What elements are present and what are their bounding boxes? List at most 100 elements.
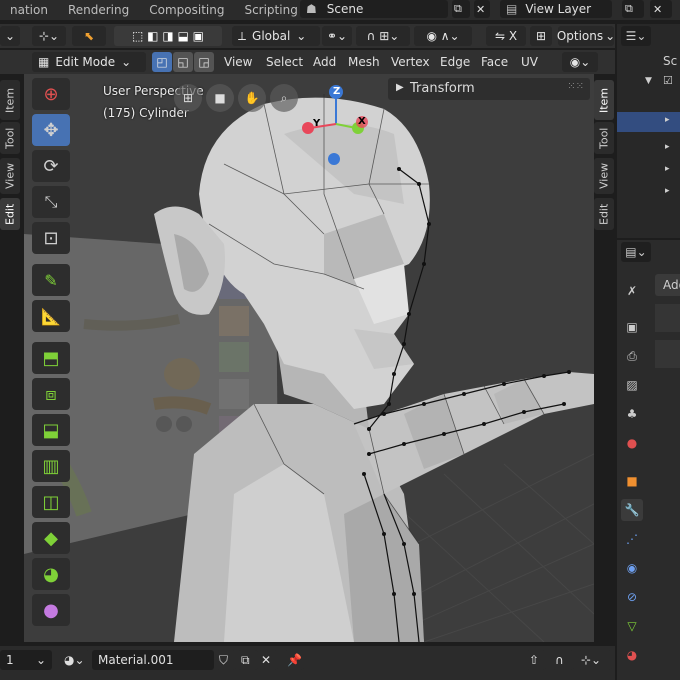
outliner-editor-type-button[interactable]: ☰⌄: [621, 26, 651, 46]
extra-options-button[interactable]: ⊞: [530, 26, 552, 46]
unlink-material-button[interactable]: ✕: [258, 650, 278, 670]
left-tab-item[interactable]: Item: [0, 80, 20, 120]
render-properties-icon[interactable]: ▣: [621, 316, 643, 338]
proportional-editing-button[interactable]: ◉ ∧⌄: [414, 26, 472, 46]
tool-annotate[interactable]: ✎: [32, 264, 70, 296]
tool-properties-icon[interactable]: ✗: [621, 280, 643, 302]
pin-button[interactable]: 📌: [284, 650, 304, 670]
world-properties-icon[interactable]: ●: [621, 432, 643, 454]
properties-editor-type-button[interactable]: ▤⌄: [621, 242, 651, 262]
tool-spin[interactable]: ◕: [32, 558, 70, 590]
material-browse-button[interactable]: ◕⌄: [58, 650, 90, 670]
workspace-tab-scripting[interactable]: Scripting: [234, 0, 307, 20]
3d-viewport[interactable]: [24, 74, 594, 642]
viewport-overlays-button[interactable]: ◉⌄: [562, 52, 598, 72]
menu-uv[interactable]: UV: [521, 50, 538, 74]
tool-inset[interactable]: ⧈: [32, 378, 70, 410]
axis-x-label: X: [358, 116, 366, 127]
tool-knife[interactable]: ◫: [32, 486, 70, 518]
zoom-view-button[interactable]: ⌕: [270, 84, 298, 112]
data-properties-icon[interactable]: ▽: [621, 615, 643, 637]
workspace-tab-rendering[interactable]: Rendering: [58, 0, 139, 20]
tool-poly-build[interactable]: ◆: [32, 522, 70, 554]
left-tab-tool[interactable]: Tool: [0, 122, 20, 154]
mode-dropdown[interactable]: ▦ Edit Mode ⌄: [32, 52, 146, 72]
tool-transform[interactable]: ⊡: [32, 222, 70, 254]
outliner[interactable]: ☰⌄ Sc ▼ ☑ ▸ ▸ ▸ ▸: [617, 24, 680, 238]
delete-scene-button[interactable]: ✕: [474, 0, 490, 18]
left-tab-edit[interactable]: Edit: [0, 198, 20, 230]
object-properties-icon[interactable]: ■: [621, 470, 643, 492]
menu-add[interactable]: Add: [313, 50, 336, 74]
right-tab-edit[interactable]: Edit: [594, 198, 614, 230]
delete-view-layer-button[interactable]: ✕: [650, 0, 672, 18]
tool-extrude[interactable]: ⬒: [32, 342, 70, 374]
tool-loop-cut[interactable]: ▥: [32, 450, 70, 482]
menu-face[interactable]: Face: [481, 50, 508, 74]
paste-button[interactable]: ⇧: [526, 650, 546, 670]
right-tab-item[interactable]: Item: [594, 80, 614, 120]
object-arrow-icon[interactable]: ▸: [665, 164, 670, 174]
particles-properties-icon[interactable]: ⋰: [621, 528, 643, 550]
output-properties-icon[interactable]: ⎙: [621, 345, 643, 367]
workspace-tab-animation[interactable]: nation: [0, 0, 58, 20]
menu-vertex[interactable]: Vertex: [391, 50, 430, 74]
menu-view[interactable]: View: [224, 50, 252, 74]
tool-bevel[interactable]: ⬓: [32, 414, 70, 446]
constraints-properties-icon[interactable]: ⊘: [621, 586, 643, 608]
new-view-layer-button[interactable]: ⧉: [622, 0, 644, 18]
tool-smooth[interactable]: ●: [32, 594, 70, 626]
menu-edge[interactable]: Edge: [440, 50, 470, 74]
select-tool-button[interactable]: ⬉: [72, 26, 106, 46]
frame-field[interactable]: 1 ⌄: [0, 650, 52, 670]
scene-properties-icon[interactable]: ♣: [621, 403, 643, 425]
menu-select[interactable]: Select: [266, 50, 303, 74]
snap-button[interactable]: ∩ ⊞⌄: [356, 26, 410, 46]
transform-panel-header[interactable]: ▶ Transform ⁙⁙: [388, 78, 590, 100]
view-layer-selector[interactable]: ▤ View Layer: [500, 0, 612, 18]
tool-rotate[interactable]: ⟳: [32, 150, 70, 182]
right-tab-view[interactable]: View: [594, 158, 614, 194]
new-material-button[interactable]: ⧉: [238, 650, 258, 670]
new-scene-button[interactable]: ⧉: [452, 0, 470, 18]
select-mode-group[interactable]: ⬚ ◧ ◨ ⬓ ▣: [114, 26, 222, 46]
material-properties-icon[interactable]: ◕: [621, 644, 643, 666]
toggle-camera-grid-button[interactable]: ⊞: [174, 84, 202, 112]
tool-scale[interactable]: ⤡: [32, 186, 70, 218]
tool-move[interactable]: ✥: [32, 114, 70, 146]
outliner-selected-row[interactable]: ▸: [617, 112, 680, 132]
drag-handle-icon[interactable]: ⁙⁙: [567, 81, 584, 92]
editor-type-button[interactable]: ⊹⌄: [32, 26, 66, 46]
camera-view-button[interactable]: ■: [206, 84, 234, 112]
edge-select-button[interactable]: ◱: [173, 52, 193, 72]
modifier-properties-icon[interactable]: 🔧: [621, 499, 643, 521]
checkbox-icon[interactable]: ☑: [663, 74, 673, 87]
transform-orientation-dropdown[interactable]: ⟂ Global ⌄: [232, 26, 320, 46]
view-layer-properties-icon[interactable]: ▨: [621, 374, 643, 396]
workspace-tab-compositing[interactable]: Compositing: [139, 0, 234, 20]
object-origin[interactable]: [328, 153, 340, 165]
snap-uv-button[interactable]: ∩: [552, 650, 574, 670]
menu-mesh[interactable]: Mesh: [348, 50, 380, 74]
fake-user-button[interactable]: ⛉: [216, 650, 236, 670]
tool-cursor[interactable]: ⊕: [32, 78, 70, 110]
scene-name: Scene: [326, 2, 364, 16]
right-tab-tool[interactable]: Tool: [594, 122, 614, 154]
object-arrow-icon[interactable]: ▸: [665, 142, 670, 152]
face-select-button[interactable]: ◲: [194, 52, 214, 72]
scene-selector[interactable]: ☗ Scene: [300, 0, 448, 18]
tool-measure[interactable]: 📐: [32, 300, 70, 332]
add-modifier-button[interactable]: Add: [655, 274, 680, 296]
object-arrow-icon[interactable]: ▸: [665, 186, 670, 196]
options-dropdown[interactable]: Options ⌄: [557, 26, 615, 46]
pivot-uv-button[interactable]: ⊹⌄: [578, 650, 612, 670]
left-tab-view[interactable]: View: [0, 158, 20, 194]
pivot-point-button[interactable]: ⚭⌄: [322, 26, 352, 46]
left-collapse-button[interactable]: ⌄: [0, 26, 20, 46]
vertex-select-button[interactable]: ◰: [152, 52, 172, 72]
pan-view-button[interactable]: ✋: [238, 84, 266, 112]
material-name-field[interactable]: Material.001: [92, 650, 214, 670]
physics-properties-icon[interactable]: ◉: [621, 557, 643, 579]
expand-arrow-icon[interactable]: ▼: [645, 76, 652, 86]
mirror-options-button[interactable]: ⇋ X: [486, 26, 526, 46]
